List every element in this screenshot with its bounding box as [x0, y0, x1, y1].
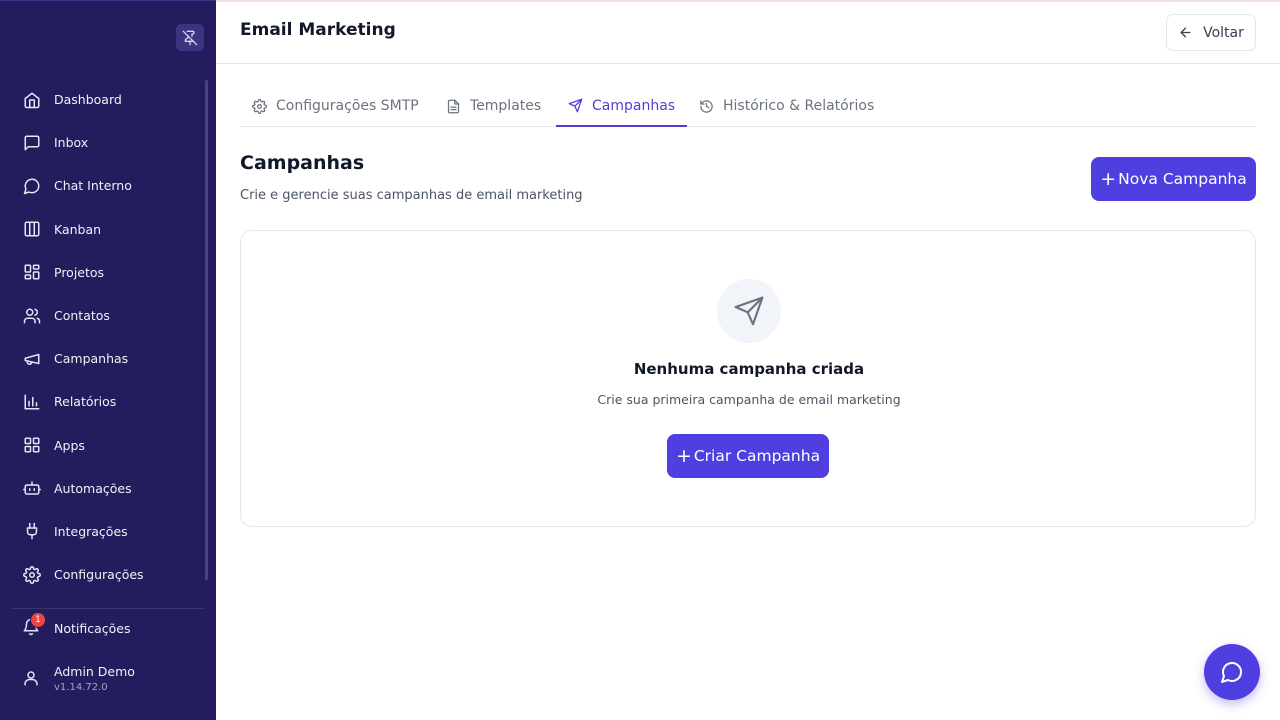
- sidebar-item-kanban[interactable]: Kanban: [12, 208, 204, 251]
- page-title: Email Marketing: [240, 20, 396, 40]
- apps-grid-icon: [22, 435, 42, 455]
- sidebar-item-label: Inbox: [54, 135, 89, 151]
- sidebar-item-integracoes[interactable]: Integrações: [12, 510, 204, 553]
- arrow-left-icon: [1180, 27, 1191, 38]
- page-header: Email Marketing Voltar: [216, 0, 1280, 64]
- tab-historico-relatorios[interactable]: Histórico & Relatórios: [699, 86, 874, 126]
- sidebar-item-label: Apps: [54, 437, 85, 453]
- tab-campanhas[interactable]: Campanhas: [556, 86, 688, 127]
- pin-off-icon: [182, 30, 198, 45]
- create-campaign-button[interactable]: + Criar Campanha: [667, 434, 829, 478]
- new-campaign-button[interactable]: + Nova Campanha: [1091, 157, 1256, 201]
- notifications-label: Notificações: [54, 620, 131, 636]
- sidebar-item-inbox[interactable]: Inbox: [12, 121, 204, 164]
- sidebar-item-label: Relatórios: [54, 394, 117, 410]
- sidebar-item-campanhas[interactable]: Campanhas: [12, 337, 204, 380]
- tab-label: Templates: [470, 98, 542, 114]
- gear-icon: [252, 98, 267, 114]
- tab-label: Configurações SMTP: [276, 98, 419, 114]
- sidebar-nav: Dashboard Inbox Chat Interno Kanban Proj…: [12, 78, 204, 596]
- empty-state-subtitle: Crie sua primeira campanha de email mark…: [597, 392, 901, 407]
- sidebar-item-projetos[interactable]: Projetos: [12, 251, 204, 294]
- empty-state-title: Nenhuma campanha criada: [633, 360, 865, 378]
- kanban-icon: [22, 219, 42, 239]
- user-profile[interactable]: Admin Demo v1.14.72.0: [22, 664, 135, 693]
- app-version: v1.14.72.0: [54, 682, 108, 693]
- sidebar-item-label: Campanhas: [54, 351, 129, 367]
- user-icon: [22, 669, 42, 689]
- tab-bar: Configurações SMTP Templates Campanhas H…: [240, 86, 1256, 127]
- sidebar-item-label: Configurações: [54, 567, 144, 583]
- users-icon: [22, 306, 42, 326]
- sidebar-item-apps[interactable]: Apps: [12, 424, 204, 467]
- unpin-sidebar-button[interactable]: [176, 24, 204, 51]
- bar-chart-icon: [22, 392, 42, 412]
- empty-state-card: Nenhuma campanha criada Crie sua primeir…: [240, 230, 1256, 527]
- send-icon: [734, 296, 764, 326]
- sidebar-item-label: Integrações: [54, 523, 128, 539]
- empty-state-icon-circle: [717, 279, 781, 343]
- section-title: Campanhas: [240, 152, 365, 174]
- sidebar-item-label: Contatos: [54, 308, 110, 324]
- back-button[interactable]: Voltar: [1166, 14, 1256, 51]
- sidebar-item-configuracoes[interactable]: Configurações: [12, 553, 204, 596]
- gear-icon: [22, 565, 42, 585]
- plus-icon: +: [1100, 167, 1117, 190]
- sidebar-item-automacoes[interactable]: Automações: [12, 467, 204, 510]
- sidebar-item-label: Projetos: [54, 264, 105, 280]
- user-name: Admin Demo: [54, 664, 135, 679]
- chat-support-button[interactable]: [1204, 644, 1260, 700]
- layout-dashboard-icon: [22, 262, 42, 282]
- message-circle-icon: [1221, 662, 1242, 683]
- send-icon: [568, 98, 583, 113]
- notification-count-badge: 1: [30, 612, 46, 628]
- section-subtitle: Crie e gerencie suas campanhas de email …: [240, 188, 583, 203]
- header-top-border: [216, 0, 1280, 2]
- megaphone-icon: [22, 349, 42, 369]
- plug-icon: [22, 521, 42, 541]
- new-campaign-label: Nova Campanha: [1118, 170, 1247, 188]
- sidebar-scrollbar[interactable]: [205, 80, 208, 580]
- sidebar-item-contatos[interactable]: Contatos: [12, 294, 204, 337]
- tab-label: Campanhas: [592, 97, 676, 114]
- history-icon: [700, 99, 713, 113]
- tab-templates[interactable]: Templates: [446, 86, 541, 126]
- notifications-button[interactable]: 1 Notificações: [22, 612, 131, 638]
- sidebar-item-dashboard[interactable]: Dashboard: [12, 78, 204, 121]
- file-text-icon: [447, 99, 460, 113]
- sidebar-item-chat-interno[interactable]: Chat Interno: [12, 164, 204, 207]
- sidebar-top-border: [0, 0, 216, 1]
- tab-label: Histórico & Relatórios: [723, 98, 875, 114]
- plus-icon: +: [675, 444, 692, 467]
- sidebar: Dashboard Inbox Chat Interno Kanban Proj…: [0, 0, 216, 720]
- back-button-label: Voltar: [1203, 24, 1244, 41]
- sidebar-item-label: Kanban: [54, 221, 102, 237]
- tab-configuracoes-smtp[interactable]: Configurações SMTP: [252, 86, 419, 126]
- bot-icon: [22, 478, 42, 498]
- message-square-icon: [22, 133, 42, 153]
- sidebar-item-label: Chat Interno: [54, 178, 132, 194]
- bell-icon: 1: [22, 612, 46, 638]
- sidebar-item-label: Automações: [54, 480, 132, 496]
- home-icon: [22, 90, 42, 110]
- sidebar-item-relatorios[interactable]: Relatórios: [12, 380, 204, 423]
- sidebar-item-label: Dashboard: [54, 92, 122, 108]
- sidebar-divider: [12, 608, 204, 609]
- message-circle-icon: [22, 176, 42, 196]
- create-campaign-label: Criar Campanha: [693, 447, 821, 465]
